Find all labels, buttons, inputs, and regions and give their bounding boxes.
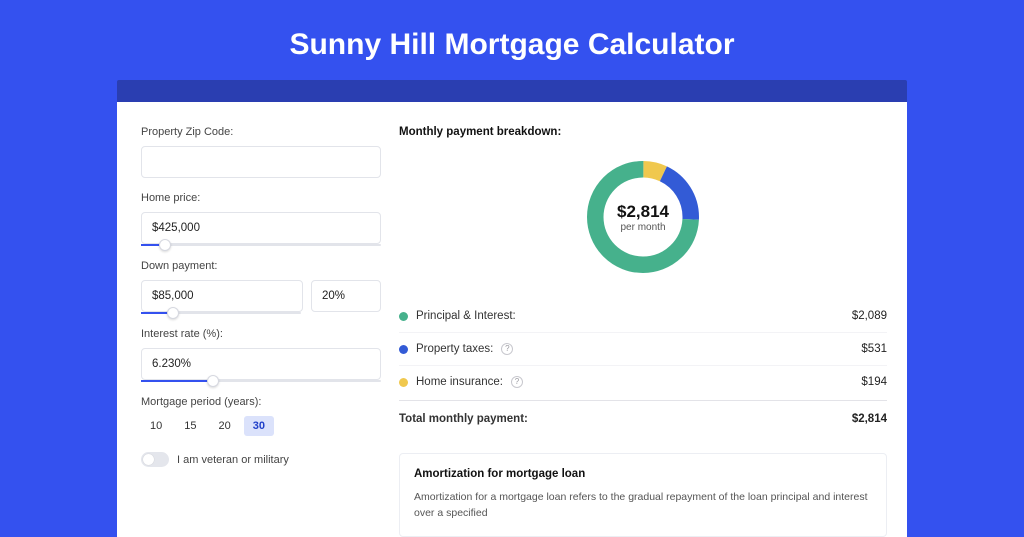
breakdown-row: Property taxes:? $531: [399, 332, 887, 365]
zip-group: Property Zip Code:: [141, 126, 381, 178]
breakdown-header: Monthly payment breakdown:: [399, 126, 887, 138]
input-panel: Property Zip Code: Home price: Down paym…: [141, 126, 381, 537]
calculator-card: Property Zip Code: Home price: Down paym…: [117, 102, 907, 537]
slider-thumb[interactable]: [167, 307, 179, 319]
row-value: $2,089: [852, 310, 887, 322]
veteran-label: I am veteran or military: [177, 454, 289, 466]
donut-wrap: $2,814 per month: [399, 154, 887, 280]
slider-thumb[interactable]: [159, 239, 171, 251]
info-icon[interactable]: ?: [511, 376, 523, 388]
period-buttons: 10152030: [141, 416, 381, 436]
donut-sub: per month: [620, 222, 665, 233]
period-label: Mortgage period (years):: [141, 396, 381, 408]
donut-amount: $2,814: [617, 202, 669, 222]
row-label: Home insurance:: [416, 376, 503, 388]
period-option-15[interactable]: 15: [175, 416, 205, 436]
row-label: Principal & Interest:: [416, 310, 516, 322]
interest-label: Interest rate (%):: [141, 328, 381, 340]
zip-label: Property Zip Code:: [141, 126, 381, 138]
page-title: Sunny Hill Mortgage Calculator: [0, 0, 1024, 80]
legend-dot: [399, 345, 408, 354]
donut-center: $2,814 per month: [580, 154, 706, 280]
info-icon[interactable]: ?: [501, 343, 513, 355]
down-payment-input[interactable]: [141, 280, 303, 312]
breakdown-panel: Monthly payment breakdown: $2,814 per mo…: [399, 126, 887, 537]
down-payment-group: Down payment:: [141, 260, 381, 314]
home-price-label: Home price:: [141, 192, 381, 204]
home-price-input[interactable]: [141, 212, 381, 244]
amortization-title: Amortization for mortgage loan: [414, 468, 872, 480]
breakdown-row: Home insurance:? $194: [399, 365, 887, 398]
down-payment-slider[interactable]: [141, 312, 301, 314]
home-price-slider[interactable]: [141, 244, 381, 246]
breakdown-rows: Principal & Interest: $2,089 Property taxe…: [399, 300, 887, 398]
veteran-row: I am veteran or military: [141, 452, 381, 467]
donut-chart: $2,814 per month: [580, 154, 706, 280]
row-value: $531: [861, 343, 887, 355]
card-frame: Property Zip Code: Home price: Down paym…: [117, 80, 907, 537]
row-label: Property taxes:: [416, 343, 493, 355]
interest-group: Interest rate (%):: [141, 328, 381, 382]
veteran-toggle[interactable]: [141, 452, 169, 467]
legend-dot: [399, 312, 408, 321]
total-label: Total monthly payment:: [399, 413, 528, 425]
total-value: $2,814: [852, 413, 887, 425]
total-row: Total monthly payment: $2,814: [399, 400, 887, 435]
down-payment-pct-input[interactable]: [311, 280, 381, 312]
amortization-card: Amortization for mortgage loan Amortizat…: [399, 453, 887, 537]
period-option-20[interactable]: 20: [210, 416, 240, 436]
zip-input[interactable]: [141, 146, 381, 178]
period-option-10[interactable]: 10: [141, 416, 171, 436]
row-value: $194: [861, 376, 887, 388]
slider-thumb[interactable]: [207, 375, 219, 387]
breakdown-row: Principal & Interest: $2,089: [399, 300, 887, 332]
interest-slider[interactable]: [141, 380, 381, 382]
down-payment-label: Down payment:: [141, 260, 381, 272]
period-group: Mortgage period (years): 10152030: [141, 396, 381, 436]
period-option-30[interactable]: 30: [244, 416, 274, 436]
interest-input[interactable]: [141, 348, 381, 380]
legend-dot: [399, 378, 408, 387]
home-price-group: Home price:: [141, 192, 381, 246]
amortization-body: Amortization for a mortgage loan refers …: [414, 490, 872, 522]
